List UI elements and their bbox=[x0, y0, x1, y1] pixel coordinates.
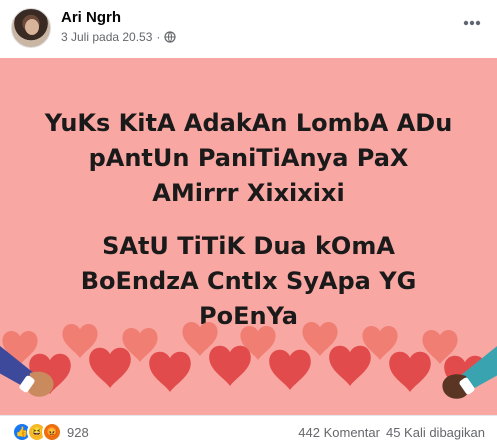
engagement-stats: 442 Komentar 45 Kali dibagikan bbox=[298, 425, 485, 440]
image-text-line: YuKs KitA AdakAn LombA ADu bbox=[44, 109, 453, 137]
image-text-line: SAtU TiTiK Dua kOmA bbox=[102, 232, 395, 260]
globe-icon bbox=[164, 31, 177, 43]
comments-count-link[interactable]: 442 Komentar bbox=[298, 425, 380, 440]
author-avatar[interactable] bbox=[11, 8, 51, 48]
more-options-icon bbox=[463, 20, 481, 26]
shares-count-link[interactable]: 45 Kali dibagikan bbox=[386, 425, 485, 440]
post-meta: 3 Juli pada 20.53 · bbox=[61, 30, 177, 44]
post-image-card[interactable]: YuKs KitA AdakAn LombA ADu pAntUn PaniTi… bbox=[0, 58, 497, 415]
post-timestamp[interactable]: 3 Juli pada 20.53 bbox=[61, 30, 152, 44]
image-text-line: AMirrr Xixixixi bbox=[152, 179, 345, 207]
more-options-button[interactable] bbox=[461, 12, 483, 34]
image-text-line: BoEndzA CntIx SyApa YG bbox=[80, 267, 417, 295]
image-text-line: pAntUn PaniTiAnya PaX bbox=[88, 144, 409, 172]
author-name[interactable]: Ari Ngrh bbox=[61, 9, 121, 26]
post-footer: 👍 😆 😡 928 442 Komentar 45 Kali dibagikan bbox=[0, 415, 497, 448]
reactions-summary[interactable]: 👍 😆 😡 928 bbox=[12, 422, 89, 442]
angry-reaction-icon: 😡 bbox=[42, 422, 62, 442]
hearts-decoration bbox=[0, 321, 497, 399]
facebook-post: Ari Ngrh 3 Juli pada 20.53 · YuKs KitA A… bbox=[0, 0, 497, 448]
meta-separator: · bbox=[156, 30, 161, 44]
reaction-count[interactable]: 928 bbox=[67, 425, 89, 440]
post-header: Ari Ngrh 3 Juli pada 20.53 · bbox=[0, 0, 497, 58]
